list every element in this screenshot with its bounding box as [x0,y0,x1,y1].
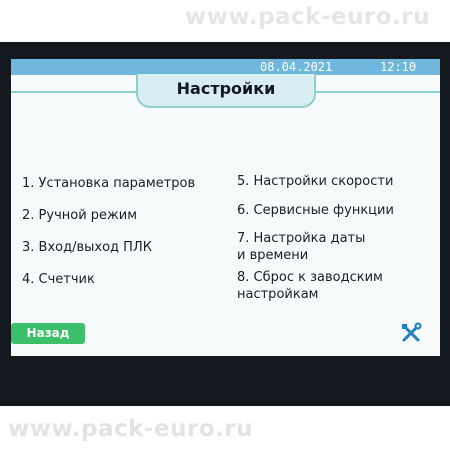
menu-item-service-functions[interactable]: 6. Сервисные функции [237,202,394,219]
title-tab: Настройки [136,74,316,108]
back-button[interactable]: Назад [11,323,85,344]
menu-item-factory-reset-line1: 8. Сброс к заводским [237,270,383,285]
hmi-screen: 08.04.2021 12:10 Настройки 1. Установка … [11,59,440,356]
menu-item-speed-settings[interactable]: 5. Настройки скорости [237,173,393,190]
menu-item-date-time-line1: 7. Настройка даты [237,231,366,246]
status-bar: 08.04.2021 12:10 [11,59,440,75]
menu-item-factory-reset[interactable]: 8. Сброс к заводским настройкам [237,269,383,303]
menu-item-factory-reset-line2: настройкам [237,287,319,302]
watermark-top: www.pack-euro.ru [184,4,430,30]
date-display: 08.04.2021 [260,60,333,74]
menu-item-date-time-line2: и времени [237,248,309,263]
page-title: Настройки [176,79,276,98]
menu-item-plc-io[interactable]: 3. Вход/выход ПЛК [22,239,152,256]
menu-item-manual-mode[interactable]: 2. Ручной режим [22,207,137,224]
watermark-bottom: www.pack-euro.ru [8,416,254,442]
menu-item-parameters-setup[interactable]: 1. Установка параметров [22,175,195,192]
tools-icon[interactable] [399,321,423,345]
menu-item-date-time[interactable]: 7. Настройка даты и времени [237,230,365,264]
time-display: 12:10 [380,60,417,74]
menu-item-counter[interactable]: 4. Счетчик [22,271,95,288]
